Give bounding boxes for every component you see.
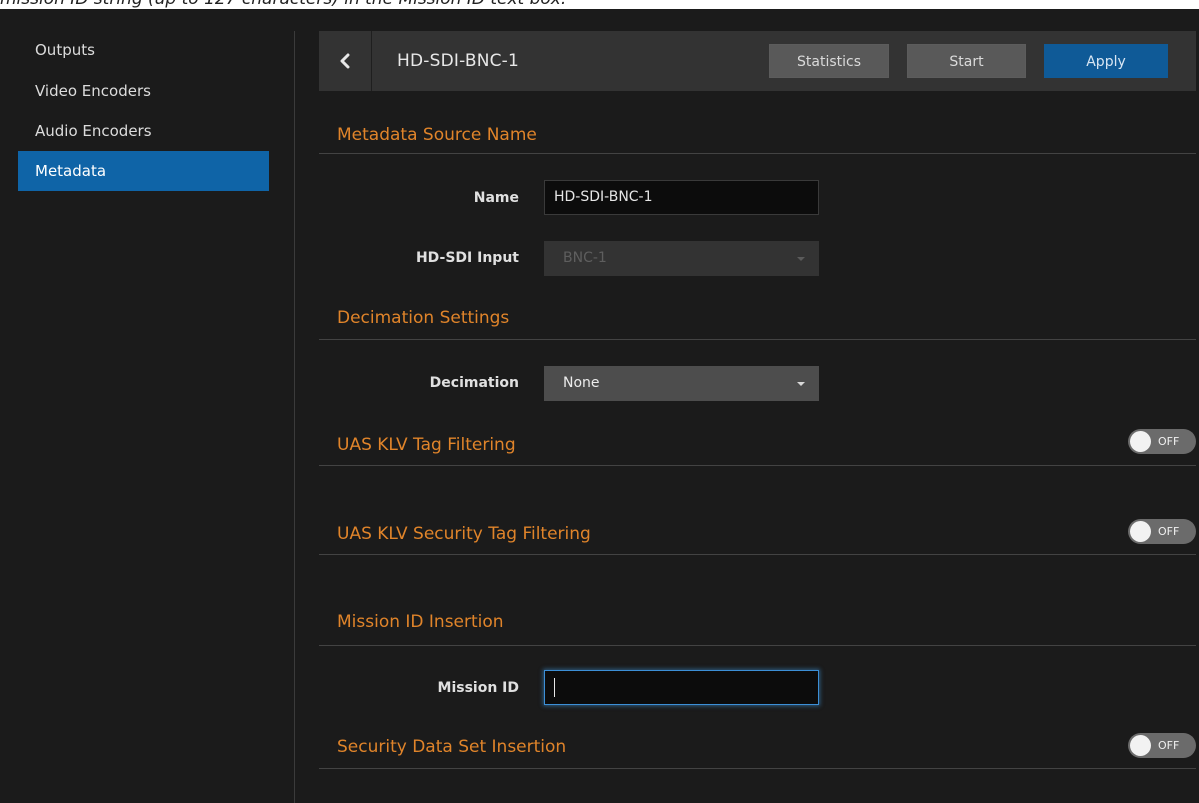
decimation-select[interactable]: None	[544, 366, 819, 401]
sidebar-item-video-encoders[interactable]: Video Encoders	[18, 71, 269, 111]
hd-sdi-input-label: HD-SDI Input	[415, 250, 519, 266]
hd-sdi-input-select: BNC-1	[544, 241, 819, 276]
section-title-decimation: Decimation Settings	[337, 308, 510, 328]
start-button[interactable]: Start	[907, 44, 1026, 78]
page: mission ID string (up to 127 characters)…	[0, 0, 1199, 803]
section-title-mission-id-insertion: Mission ID Insertion	[337, 612, 504, 632]
section-divider	[319, 153, 1196, 154]
section-divider	[319, 339, 1196, 340]
hd-sdi-input-value: BNC-1	[563, 250, 607, 266]
header-bar: HD-SDI-BNC-1 Statistics Start Apply	[319, 31, 1196, 91]
toggle-state-label: OFF	[1158, 739, 1180, 752]
page-title: HD-SDI-BNC-1	[397, 51, 520, 71]
toggle-state-label: OFF	[1158, 435, 1180, 448]
caret-down-icon	[797, 257, 805, 261]
statistics-button[interactable]: Statistics	[769, 44, 889, 78]
mission-id-label: Mission ID	[437, 680, 519, 696]
sidebar-item-audio-encoders[interactable]: Audio Encoders	[18, 111, 269, 151]
section-title-security-data-set-insertion: Security Data Set Insertion	[337, 737, 567, 757]
sidebar-divider	[294, 31, 295, 803]
toggle-state-label: OFF	[1158, 525, 1180, 538]
section-title-metadata-source: Metadata Source Name	[337, 125, 537, 145]
section-divider	[319, 554, 1196, 555]
decimation-value: None	[563, 375, 600, 391]
uas-klv-security-tag-filtering-toggle[interactable]: OFF	[1128, 519, 1196, 544]
section-divider	[319, 645, 1196, 646]
toggle-knob	[1130, 431, 1151, 452]
toggle-knob	[1130, 735, 1151, 756]
sidebar-item-metadata[interactable]: Metadata	[18, 151, 269, 191]
uas-klv-tag-filtering-toggle[interactable]: OFF	[1128, 429, 1196, 454]
section-title-uas-klv-tag-filtering: UAS KLV Tag Filtering	[337, 435, 516, 455]
section-divider	[319, 768, 1196, 769]
doc-caption: mission ID string (up to 127 characters)…	[0, 0, 566, 9]
apply-button[interactable]: Apply	[1044, 44, 1168, 78]
sidebar-item-outputs[interactable]: Outputs	[18, 30, 269, 70]
section-divider	[319, 465, 1196, 466]
decimation-label: Decimation	[429, 375, 519, 391]
caret-down-icon	[797, 382, 805, 386]
chevron-left-icon	[340, 53, 350, 69]
toggle-knob	[1130, 521, 1151, 542]
security-data-set-insertion-toggle[interactable]: OFF	[1128, 733, 1196, 758]
name-input[interactable]: HD-SDI-BNC-1	[544, 180, 819, 215]
back-button[interactable]	[319, 31, 372, 91]
name-label: Name	[473, 190, 519, 206]
text-caret	[554, 678, 555, 697]
section-title-uas-klv-security-tag-filtering: UAS KLV Security Tag Filtering	[337, 524, 591, 544]
mission-id-input[interactable]	[544, 670, 819, 705]
doc-caption-strip: mission ID string (up to 127 characters)…	[0, 0, 1199, 9]
